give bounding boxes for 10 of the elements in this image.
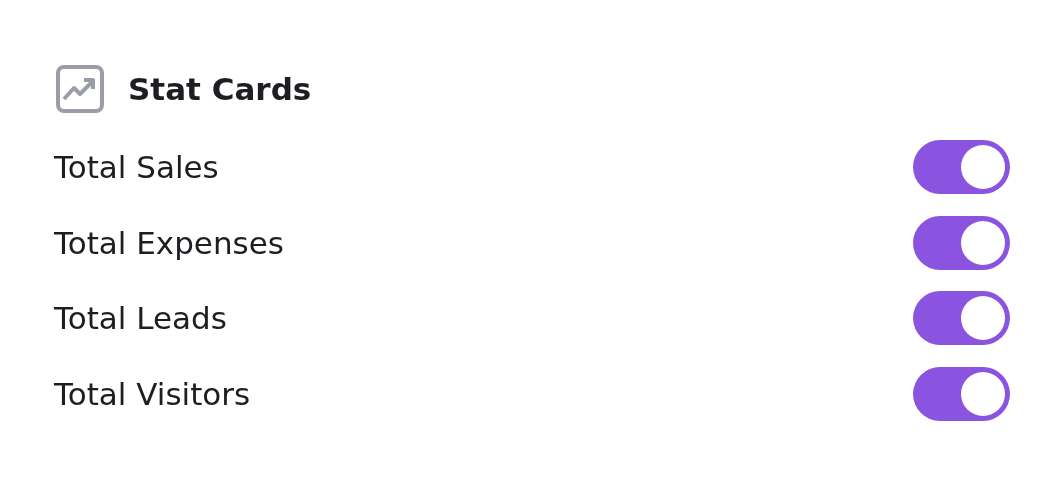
toggle-label: Total Leads bbox=[54, 300, 227, 336]
section-title: Stat Cards bbox=[128, 71, 312, 107]
toggle-switch[interactable] bbox=[913, 140, 1010, 194]
toggle-label: Total Sales bbox=[54, 149, 219, 185]
toggle-switch[interactable] bbox=[913, 291, 1010, 345]
toggle-switch[interactable] bbox=[913, 215, 1010, 270]
toggle-label: Total Expenses bbox=[54, 224, 284, 261]
trend-chart-icon bbox=[56, 65, 104, 113]
toggle-label: Total Visitors bbox=[54, 375, 251, 412]
toggle-switch[interactable] bbox=[913, 366, 1010, 421]
